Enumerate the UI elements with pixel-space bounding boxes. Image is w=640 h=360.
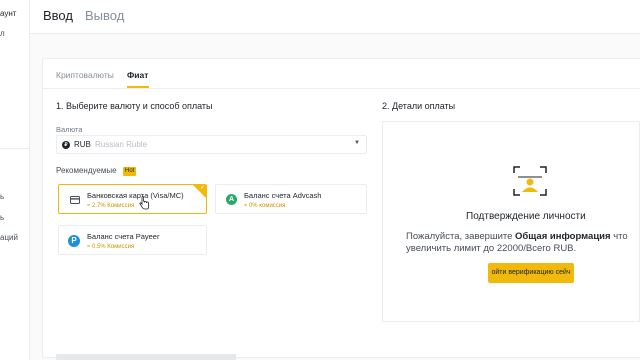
ruble-icon: ₽ — [62, 141, 70, 149]
currency-label: Валюта — [56, 125, 83, 134]
method-bank-card[interactable]: Банковская карта (Visa/MC) ≈ 2.7% Комисс… — [58, 184, 207, 214]
tab-withdraw[interactable]: Вывод — [85, 8, 124, 23]
method-title: Баланс счета Payeer — [87, 232, 160, 241]
step1-title: 1. Выберите валюту и способ оплаты — [56, 101, 213, 111]
method-fee: ≈ 0% комиссия — [244, 203, 286, 209]
verify-text-prefix: Пожалуйста, завершите — [406, 231, 516, 242]
currency-name: Russian Ruble — [95, 140, 148, 149]
chevron-down-icon: ▼ — [354, 140, 360, 146]
tab-crypto[interactable]: Криптовалюты — [56, 70, 114, 80]
sidebar-divider — [0, 148, 29, 149]
currency-code: RUB — [74, 140, 91, 149]
sidebar-item-2[interactable]: л — [0, 29, 5, 38]
hand-cursor-icon — [139, 196, 149, 210]
method-fee: ≈ 2.7% Комиссия — [87, 203, 135, 209]
method-payeer[interactable]: P Баланс счета Payeer ≈ 0.5% Комиссия — [58, 225, 207, 255]
hot-badge: Hot — [123, 167, 137, 176]
method-title: Баланс счета Advcash — [244, 191, 322, 200]
sidebar-item-account[interactable]: аунт — [0, 9, 16, 18]
face-scan-icon — [513, 166, 547, 196]
tab-fiat[interactable]: Фиат — [127, 70, 148, 80]
verification-title: Подтверждение личности — [466, 211, 586, 222]
tab-deposit[interactable]: Ввод — [43, 8, 73, 23]
payeer-icon: P — [68, 235, 80, 247]
verify-text-suffix: что — [610, 231, 628, 242]
verify-text-line2: увеличить лимит до 22000/Всего RUB. — [406, 243, 577, 254]
tabs-divider — [42, 88, 640, 89]
start-verification-button[interactable]: ойти верификацию сейч — [488, 263, 574, 283]
advcash-icon: A — [226, 194, 237, 205]
sidebar-item-4[interactable]: ь — [0, 213, 4, 222]
sidebar-item-transactions[interactable]: аций — [0, 233, 18, 242]
next-section-title — [56, 354, 236, 360]
active-tab-indicator — [127, 86, 149, 88]
method-title: Банковская карта (Visa/MC) — [87, 191, 184, 200]
currency-select[interactable]: ₽ RUB Russian Ruble ▼ — [56, 135, 367, 154]
step2-title: 2. Детали оплаты — [382, 101, 456, 111]
sidebar: аунт л ь ь аций — [0, 0, 30, 360]
check-icon: ✓ — [199, 185, 205, 191]
verification-message: Пожалуйста, завершите Общая информация ч… — [406, 231, 628, 255]
sidebar-item-3[interactable]: ь — [0, 192, 4, 201]
method-advcash[interactable]: A Баланс счета Advcash ≈ 0% комиссия — [215, 184, 367, 214]
card-icon — [70, 196, 80, 204]
method-fee: ≈ 0.5% Комиссия — [87, 244, 135, 250]
verify-text-link: Общая информация — [515, 231, 611, 242]
recommended-label: Рекомендуемые — [56, 166, 117, 175]
